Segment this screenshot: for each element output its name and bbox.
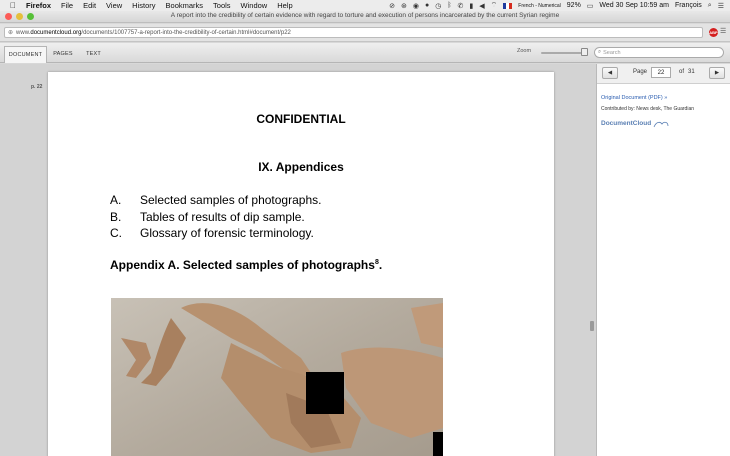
list-item: A. Selected samples of photographs. xyxy=(110,192,321,209)
url-path: /documents/1007757-a-report-into-the-cre… xyxy=(81,29,291,36)
phone-icon[interactable]: ✆ xyxy=(458,2,464,10)
url-input[interactable]: ⊕ www. documentcloud.org/documents/100775… xyxy=(4,27,703,38)
cloud-icon xyxy=(653,121,669,128)
list-item: B. Tables of results of dip sample. xyxy=(110,209,321,226)
zoom-slider-handle[interactable] xyxy=(581,48,588,56)
menu-view[interactable]: View xyxy=(106,1,122,10)
battery-icon[interactable]: ▭ xyxy=(587,2,594,10)
list-text: Glossary of forensic terminology. xyxy=(140,226,314,241)
menu-bookmarks[interactable]: Bookmarks xyxy=(166,1,204,10)
menu-edit[interactable]: Edit xyxy=(83,1,96,10)
menu-app-firefox[interactable]: Firefox xyxy=(26,1,51,10)
total-pages-label: 31 xyxy=(688,69,695,75)
document-sidebar: ◀ Page 22 of 31 ▶ Original Document (PDF… xyxy=(596,64,730,456)
window-titlebar: A report into the credibility of certain… xyxy=(0,11,730,23)
search-placeholder: Search xyxy=(603,49,621,56)
list-text: Tables of results of dip sample. xyxy=(140,209,305,224)
adblock-icon[interactable]: ABP xyxy=(709,28,718,37)
french-flag-icon[interactable] xyxy=(503,2,513,9)
list-marker: A. xyxy=(110,193,122,208)
battery-percent[interactable]: 92% xyxy=(567,2,581,9)
tab-pages[interactable]: PAGES xyxy=(47,46,79,63)
of-word-label: of xyxy=(679,69,685,75)
menu-history[interactable]: History xyxy=(132,1,155,10)
url-host: documentcloud.org xyxy=(30,29,82,36)
bluetooth-icon[interactable]: ᛒ xyxy=(447,2,451,9)
documentcloud-toolbar: DOCUMENT PAGES TEXT Zoom ⌕ Search xyxy=(0,43,730,63)
navigation-bar: ⊕ www. documentcloud.org/documents/100775… xyxy=(0,24,730,42)
input-source-label[interactable]: French - Numerical xyxy=(518,3,561,9)
documentcloud-logo[interactable]: DocumentCloud xyxy=(601,120,669,128)
page-number-label: p. 22 xyxy=(31,84,43,90)
list-text: Selected samples of photographs. xyxy=(140,193,322,208)
zoom-label: Zoom xyxy=(517,48,532,54)
menu-tools[interactable]: Tools xyxy=(213,1,231,10)
list-marker: B. xyxy=(110,209,122,224)
skype-icon[interactable]: ⊛ xyxy=(401,2,407,10)
window-title: A report into the credibility of certain… xyxy=(170,12,560,19)
macos-menubar:  Firefox File Edit View History Bookmar… xyxy=(0,0,730,11)
chrome-icon[interactable]: ◉ xyxy=(413,2,419,10)
section-title: IX. Appendices xyxy=(258,160,344,174)
page-word-label: Page xyxy=(633,69,648,75)
clock-datetime[interactable]: Wed 30 Sep 10:59 am xyxy=(599,2,669,9)
menu-help[interactable]: Help xyxy=(277,1,292,10)
status-area: ⊘ ⊛ ◉ ● ◷ ᛒ ✆ ▮ ◀ ⌔ French - Numerical 9… xyxy=(389,0,724,11)
appendix-list: A. Selected samples of photographs. B. T… xyxy=(110,192,321,242)
url-prefix: www. xyxy=(16,29,31,36)
apple-icon[interactable]:  xyxy=(10,1,16,10)
contributed-by-text: Contributed by: News desk, The Guardian xyxy=(601,106,695,112)
document-search-input[interactable]: ⌕ Search xyxy=(594,47,724,58)
volume-icon[interactable]: ◀ xyxy=(479,2,484,10)
globe-icon: ⊕ xyxy=(8,30,14,36)
tab-text[interactable]: TEXT xyxy=(79,46,108,63)
search-icon: ⌕ xyxy=(598,49,602,55)
confidential-heading: CONFIDENTIAL xyxy=(256,112,346,126)
spotlight-icon[interactable]: ⌕ xyxy=(708,2,712,10)
page-navigator: ◀ Page 22 of 31 ▶ xyxy=(597,64,730,84)
hamburger-menu-icon[interactable]: ☰ xyxy=(720,27,726,35)
appendix-a-text: Appendix A. Selected samples of photogra… xyxy=(110,258,375,272)
documentcloud-logo-text: DocumentCloud xyxy=(601,120,652,127)
evidence-photograph xyxy=(111,298,443,456)
menu-file[interactable]: File xyxy=(61,1,73,10)
next-page-button[interactable]: ▶ xyxy=(709,67,725,79)
tab-document[interactable]: DOCUMENT xyxy=(4,46,47,63)
original-document-link[interactable]: Original Document (PDF) » xyxy=(601,95,667,101)
user-name[interactable]: François xyxy=(675,2,702,9)
document-viewer[interactable]: p. 22 CONFIDENTIAL IX. Appendices A. Sel… xyxy=(0,64,596,456)
redaction-box xyxy=(306,372,344,414)
redaction-box xyxy=(433,432,443,456)
current-page-input[interactable]: 22 xyxy=(651,67,671,78)
sync-icon[interactable]: ⊘ xyxy=(389,2,395,10)
clock-icon[interactable]: ◷ xyxy=(435,2,441,10)
document-page: CONFIDENTIAL IX. Appendices A. Selected … xyxy=(48,72,554,456)
github-icon[interactable]: ● xyxy=(425,2,429,9)
list-item: C. Glossary of forensic terminology. xyxy=(110,225,321,242)
list-marker: C. xyxy=(110,226,122,241)
photo-illustration xyxy=(111,298,443,456)
appendix-a-period: . xyxy=(378,258,383,272)
wifi-icon[interactable]: ⌔ xyxy=(491,1,498,10)
menu-window[interactable]: Window xyxy=(241,1,268,10)
panel-resize-handle[interactable] xyxy=(590,321,594,331)
previous-page-button[interactable]: ◀ xyxy=(602,67,618,79)
mute-icon[interactable]: ▮ xyxy=(469,2,473,10)
notification-center-icon[interactable]: ☰ xyxy=(718,2,724,10)
appendix-a-heading: Appendix A. Selected samples of photogra… xyxy=(110,258,382,272)
